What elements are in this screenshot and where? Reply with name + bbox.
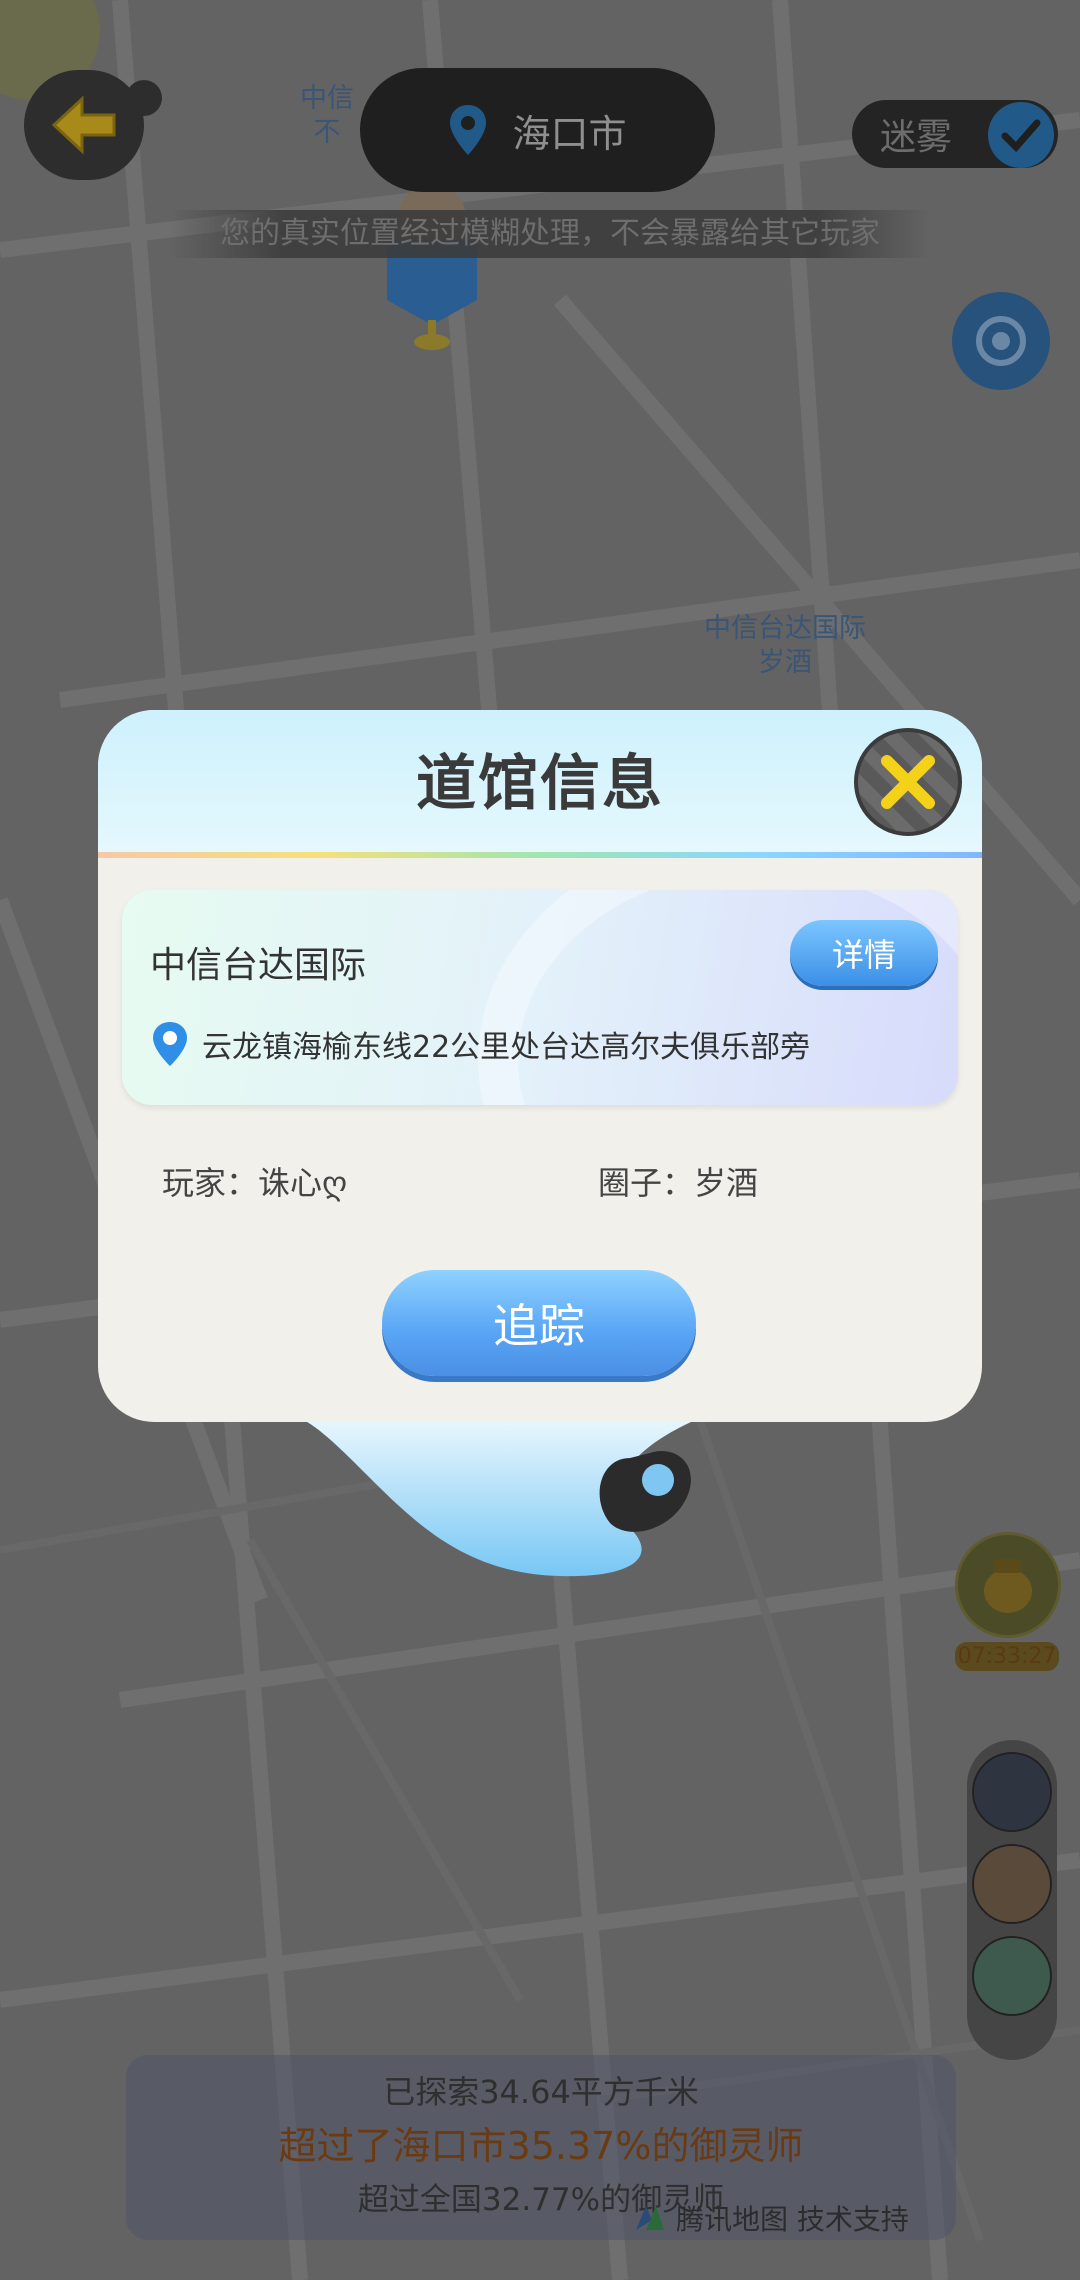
gym-name: 中信台达国际 <box>150 945 367 986</box>
map-attribution: 腾讯地图 技术支持 <box>632 2198 909 2238</box>
gym-info-dialog: 道馆信息 中信台达国际 详情 云龙镇海榆东线22公里处台达高尔夫俱乐部旁 玩家：… <box>98 710 982 1422</box>
target-icon <box>976 316 1026 366</box>
dialog-tail <box>300 1418 700 1577</box>
gym-address: 云龙镇海榆东线22公里处台达高尔夫俱乐部旁 <box>150 1020 810 1068</box>
companion-list <box>967 1740 1057 2060</box>
player-avatar-marker[interactable] <box>382 180 482 355</box>
companion-avatar-1[interactable] <box>972 1752 1052 1832</box>
map-gym-label-partial: 中信不 <box>300 83 354 148</box>
timer-text: 07:33:27 <box>955 1642 1059 1671</box>
explored-area: 已探索34.64平方千米 <box>383 2073 699 2111</box>
circle-name: 圈子：岁酒 <box>598 1164 759 1202</box>
details-button[interactable]: 详情 <box>790 920 938 986</box>
companion-avatar-3[interactable] <box>972 1936 1052 2016</box>
location-pin-icon <box>153 1022 187 1066</box>
map-gym-label[interactable]: 中信台达国际 岁酒 <box>690 612 880 680</box>
dialog-title: 道馆信息 <box>416 749 664 819</box>
back-arrow-icon <box>51 95 116 155</box>
close-button[interactable] <box>854 728 962 836</box>
city-name: 海口市 <box>512 111 627 156</box>
fog-label: 迷雾 <box>880 117 953 158</box>
city-selector[interactable]: 海口市 <box>360 68 715 192</box>
city-rank: 超过了海口市35.37%的御灵师 <box>278 2124 804 2168</box>
dialog-header: 道馆信息 <box>98 710 982 858</box>
event-timer[interactable]: 07:33:27 <box>955 1532 1061 1671</box>
locate-me-button[interactable] <box>952 292 1050 390</box>
back-button[interactable] <box>24 70 162 180</box>
checkmark-icon <box>988 102 1054 168</box>
location-pin-icon <box>450 105 487 155</box>
player-name: 玩家：诛心ღ <box>162 1164 348 1202</box>
tencent-map-logo-icon <box>636 2206 664 2230</box>
privacy-note: 您的真实位置经过模糊处理，不会暴露给其它玩家 <box>170 210 930 258</box>
gym-info-card: 中信台达国际 详情 云龙镇海榆东线22公里处台达高尔夫俱乐部旁 <box>122 890 958 1105</box>
fog-toggle[interactable]: 迷雾 <box>852 100 1058 168</box>
header-divider <box>98 852 982 858</box>
jar-icon <box>955 1532 1061 1638</box>
track-button[interactable]: 追踪 <box>382 1270 696 1376</box>
companion-avatar-2[interactable] <box>972 1844 1052 1924</box>
close-icon <box>881 755 935 809</box>
